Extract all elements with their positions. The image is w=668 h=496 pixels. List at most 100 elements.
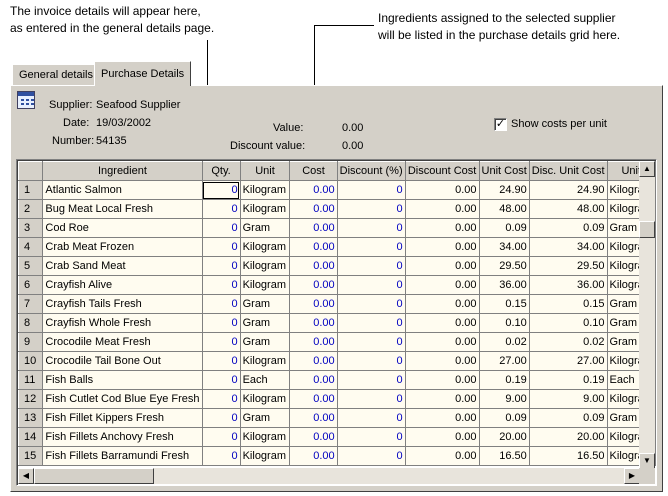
- qty-cell[interactable]: 0: [202, 199, 241, 219]
- cost-cell[interactable]: 0.00: [289, 370, 338, 390]
- purchase-details-grid[interactable]: Ingredient Qty. Unit Cost Discount (%) D…: [16, 159, 657, 486]
- qty-cell[interactable]: 0: [202, 408, 241, 428]
- row-number[interactable]: 2: [17, 199, 44, 219]
- unit-cell[interactable]: Kilogram: [240, 180, 291, 200]
- discount-percent-cell[interactable]: 0: [337, 199, 406, 219]
- column-header-cost[interactable]: Cost: [289, 161, 338, 181]
- discount-percent-cell[interactable]: 0: [337, 180, 406, 200]
- qty-cell[interactable]: 0: [202, 256, 241, 276]
- table-row[interactable]: 13 Fish Fillet Kippers Fresh 0 Gram 0.00 0 0.0…: [17, 408, 656, 428]
- table-row[interactable]: 7 Crayfish Tails Fresh 0 Gram 0.00 0 0.00 0.15 0…: [17, 294, 656, 314]
- column-header-unit-cost[interactable]: Unit Cost: [478, 161, 530, 181]
- unit-cell[interactable]: Kilogram: [240, 237, 291, 257]
- discount-percent-cell[interactable]: 0: [337, 446, 406, 466]
- unit-cell[interactable]: Kilogram: [240, 275, 291, 295]
- cost-cell[interactable]: 0.00: [289, 199, 338, 219]
- unit-cell[interactable]: Kilogram: [240, 389, 291, 409]
- discount-percent-cell[interactable]: 0: [337, 237, 406, 257]
- table-row[interactable]: 15 Fish Fillets Barramundi Fresh 0 Kilogram…: [17, 446, 656, 466]
- cost-cell[interactable]: 0.00: [289, 446, 338, 466]
- horizontal-scroll-thumb[interactable]: [34, 468, 154, 484]
- cost-cell[interactable]: 0.00: [289, 408, 338, 428]
- qty-cell[interactable]: 0: [202, 427, 241, 447]
- column-header-qty[interactable]: Qty.: [201, 161, 241, 181]
- vertical-scroll-thumb[interactable]: [639, 221, 655, 238]
- tab-purchase-details[interactable]: Purchase Details: [94, 61, 192, 86]
- qty-cell[interactable]: 0: [202, 446, 241, 466]
- column-header-ingredient[interactable]: Ingredient: [42, 161, 203, 181]
- row-number[interactable]: 12: [17, 389, 44, 409]
- row-number[interactable]: 11: [17, 370, 44, 390]
- column-header-discount-cost[interactable]: Discount Cost: [404, 161, 480, 181]
- discount-percent-cell[interactable]: 0: [337, 256, 406, 276]
- row-number[interactable]: 6: [17, 275, 44, 295]
- qty-cell[interactable]: 0: [202, 332, 241, 352]
- column-header-disc-unit-cost[interactable]: Disc. Unit Cost: [528, 161, 608, 181]
- discount-percent-cell[interactable]: 0: [337, 351, 406, 371]
- table-row[interactable]: 14 Fish Fillets Anchovy Fresh 0 Kilogram 0.0…: [17, 427, 656, 447]
- table-row[interactable]: 11 Fish Balls 0 Each 0.00 0 0.00 0.19 0.19 Each: [17, 370, 656, 390]
- discount-percent-cell[interactable]: 0: [337, 370, 406, 390]
- unit-cell[interactable]: Kilogram: [240, 351, 291, 371]
- cost-cell[interactable]: 0.00: [289, 389, 338, 409]
- qty-cell[interactable]: 0: [202, 218, 241, 238]
- row-number[interactable]: 15: [17, 446, 44, 466]
- row-number[interactable]: 14: [17, 427, 44, 447]
- cost-cell[interactable]: 0.00: [289, 332, 338, 352]
- table-row[interactable]: 1 Atlantic Salmon 0 Kilogram 0.00 0 0.00 24.90 2…: [17, 180, 656, 200]
- row-number[interactable]: 10: [17, 351, 44, 371]
- cost-cell[interactable]: 0.00: [289, 351, 338, 371]
- qty-cell[interactable]: 0: [202, 389, 241, 409]
- row-number[interactable]: 5: [17, 256, 44, 276]
- table-row[interactable]: 8 Crayfish Whole Fresh 0 Gram 0.00 0 0.00 0.10 0…: [17, 313, 656, 333]
- qty-cell[interactable]: 0: [202, 313, 241, 333]
- discount-percent-cell[interactable]: 0: [337, 218, 406, 238]
- table-row[interactable]: 6 Crayfish Alive 0 Kilogram 0.00 0 0.00 36.00 36…: [17, 275, 656, 295]
- discount-percent-cell[interactable]: 0: [337, 427, 406, 447]
- unit-cell[interactable]: Each: [240, 370, 291, 390]
- vertical-scrollbar[interactable]: ▲ ▼: [639, 161, 655, 469]
- tab-general-details[interactable]: General details: [12, 64, 100, 86]
- discount-percent-cell[interactable]: 0: [337, 332, 406, 352]
- discount-percent-cell[interactable]: 0: [337, 294, 406, 314]
- unit-cell[interactable]: Gram: [240, 313, 291, 333]
- qty-cell[interactable]: 0: [202, 180, 241, 200]
- qty-cell[interactable]: 0: [202, 351, 241, 371]
- qty-cell[interactable]: 0: [202, 275, 241, 295]
- qty-cell[interactable]: 0: [202, 294, 241, 314]
- table-row[interactable]: 10 Crocodile Tail Bone Out 0 Kilogram 0.00 0 0…: [17, 351, 656, 371]
- horizontal-scrollbar[interactable]: ◀ ▶: [18, 468, 640, 484]
- cost-cell[interactable]: 0.00: [289, 218, 338, 238]
- cost-cell[interactable]: 0.00: [289, 427, 338, 447]
- table-row[interactable]: 5 Crab Sand Meat 0 Kilogram 0.00 0 0.00 29.50 29…: [17, 256, 656, 276]
- table-row[interactable]: 3 Cod Roe 0 Gram 0.00 0 0.00 0.09 0.09 Gram: [17, 218, 656, 238]
- unit-cell[interactable]: Gram: [240, 408, 291, 428]
- cost-cell[interactable]: 0.00: [289, 275, 338, 295]
- cost-cell[interactable]: 0.00: [289, 237, 338, 257]
- column-header-unit[interactable]: Unit: [239, 161, 291, 181]
- unit-cell[interactable]: Kilogram: [240, 427, 291, 447]
- row-number[interactable]: 1: [17, 180, 44, 200]
- row-number[interactable]: 13: [17, 408, 44, 428]
- row-number[interactable]: 8: [17, 313, 44, 333]
- qty-cell[interactable]: 0: [202, 370, 241, 390]
- scroll-left-button[interactable]: ◀: [18, 468, 34, 484]
- cost-cell[interactable]: 0.00: [289, 294, 338, 314]
- table-row[interactable]: 12 Fish Cutlet Cod Blue Eye Fresh 0 Kilogra…: [17, 389, 656, 409]
- column-header-discount-percent[interactable]: Discount (%): [336, 161, 406, 181]
- unit-cell[interactable]: Gram: [240, 218, 291, 238]
- discount-percent-cell[interactable]: 0: [337, 389, 406, 409]
- cost-cell[interactable]: 0.00: [289, 256, 338, 276]
- unit-cell[interactable]: Gram: [240, 294, 291, 314]
- row-number[interactable]: 3: [17, 218, 44, 238]
- cost-cell[interactable]: 0.00: [289, 313, 338, 333]
- scroll-right-button[interactable]: ▶: [624, 468, 640, 484]
- qty-cell[interactable]: 0: [202, 237, 241, 257]
- scroll-up-button[interactable]: ▲: [639, 161, 655, 177]
- row-number[interactable]: 9: [17, 332, 44, 352]
- discount-percent-cell[interactable]: 0: [337, 408, 406, 428]
- discount-percent-cell[interactable]: 0: [337, 313, 406, 333]
- unit-cell[interactable]: Kilogram: [240, 256, 291, 276]
- table-row[interactable]: 9 Crocodile Meat Fresh 0 Gram 0.00 0 0.00 0.02 0…: [17, 332, 656, 352]
- unit-cell[interactable]: Kilogram: [240, 199, 291, 219]
